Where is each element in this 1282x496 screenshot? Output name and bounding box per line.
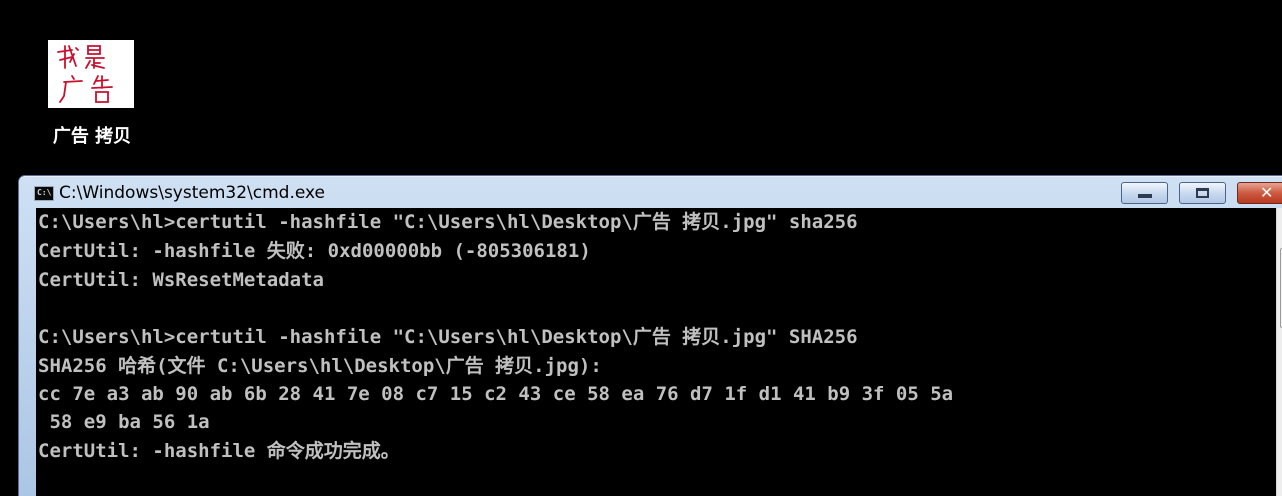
console-line: C:\Users\hl>certutil -hashfile "C:\Users… [38, 326, 858, 348]
window-title: C:\Windows\system32\cmd.exe [59, 183, 326, 203]
minimize-icon [1138, 194, 1152, 198]
console-line: cc 7e a3 ab 90 ab 6b 28 41 7e 08 c7 15 c… [38, 383, 954, 405]
desktop-file-icon[interactable]: 广告 拷贝 [36, 38, 148, 148]
close-icon: ✕ [1260, 183, 1274, 202]
console-line: SHA256 哈希(文件 C:\Users\hl\Desktop\广告 拷贝.j… [38, 355, 602, 377]
maximize-icon [1196, 188, 1209, 198]
console-line: CertUtil: -hashfile 命令成功完成。 [38, 440, 400, 462]
handwritten-ad-text-image [57, 45, 113, 103]
console-app-icon[interactable]: C:\ [34, 186, 54, 201]
image-thumbnail [48, 40, 134, 108]
cmd-window: C:\ C:\Windows\system32\cmd.exe ✕ C:\Use… [18, 175, 1282, 496]
close-button[interactable]: ✕ [1237, 182, 1282, 204]
console-line: CertUtil: WsResetMetadata [38, 269, 324, 291]
minimize-button[interactable] [1121, 182, 1168, 204]
console-app-icon-text: C:\ [37, 188, 52, 197]
window-titlebar[interactable]: C:\ C:\Windows\system32\cmd.exe ✕ [19, 176, 1282, 208]
vertical-scrollbar[interactable]: ▲ ≡ [1276, 208, 1282, 496]
console-line: 58 e9 ba 56 1a [38, 411, 210, 433]
desktop-file-label: 广告 拷贝 [52, 126, 132, 147]
maximize-button[interactable] [1179, 182, 1226, 204]
console-line: CertUtil: -hashfile 失败: 0xd00000bb (-805… [38, 240, 591, 262]
console-output[interactable]: C:\Users\hl>certutil -hashfile "C:\Users… [36, 208, 1276, 496]
console-line: C:\Users\hl>certutil -hashfile "C:\Users… [38, 211, 858, 233]
